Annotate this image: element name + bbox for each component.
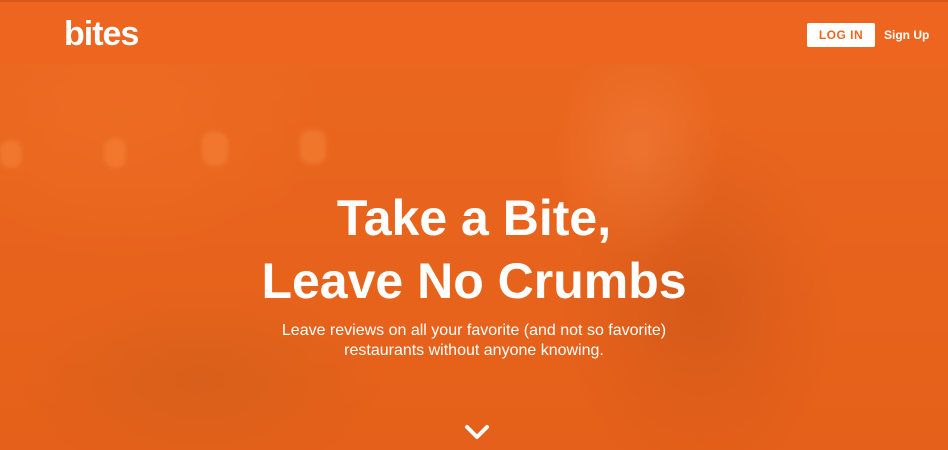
login-button[interactable]: LOG IN xyxy=(807,23,875,47)
hero-subtitle-line-1: Leave reviews on all your favorite (and … xyxy=(281,322,667,339)
hero-subtitle: Leave reviews on all your favorite (and … xyxy=(0,321,948,361)
logo[interactable]: bites xyxy=(64,14,139,54)
landing-page: bites LOG IN Sign Up Take a Bite, Leave … xyxy=(0,0,948,450)
hero-title-line-2: Leave No Crumbs xyxy=(261,253,687,309)
chevron-down-icon[interactable] xyxy=(464,424,490,442)
hero-title-line-1: Take a Bite, xyxy=(336,190,612,246)
signup-link[interactable]: Sign Up xyxy=(884,27,929,43)
top-navbar: bites LOG IN Sign Up xyxy=(0,0,948,64)
hero-subtitle-line-2: restaurants without anyone knowing. xyxy=(344,342,604,359)
hero-title: Take a Bite, Leave No Crumbs xyxy=(0,187,948,313)
